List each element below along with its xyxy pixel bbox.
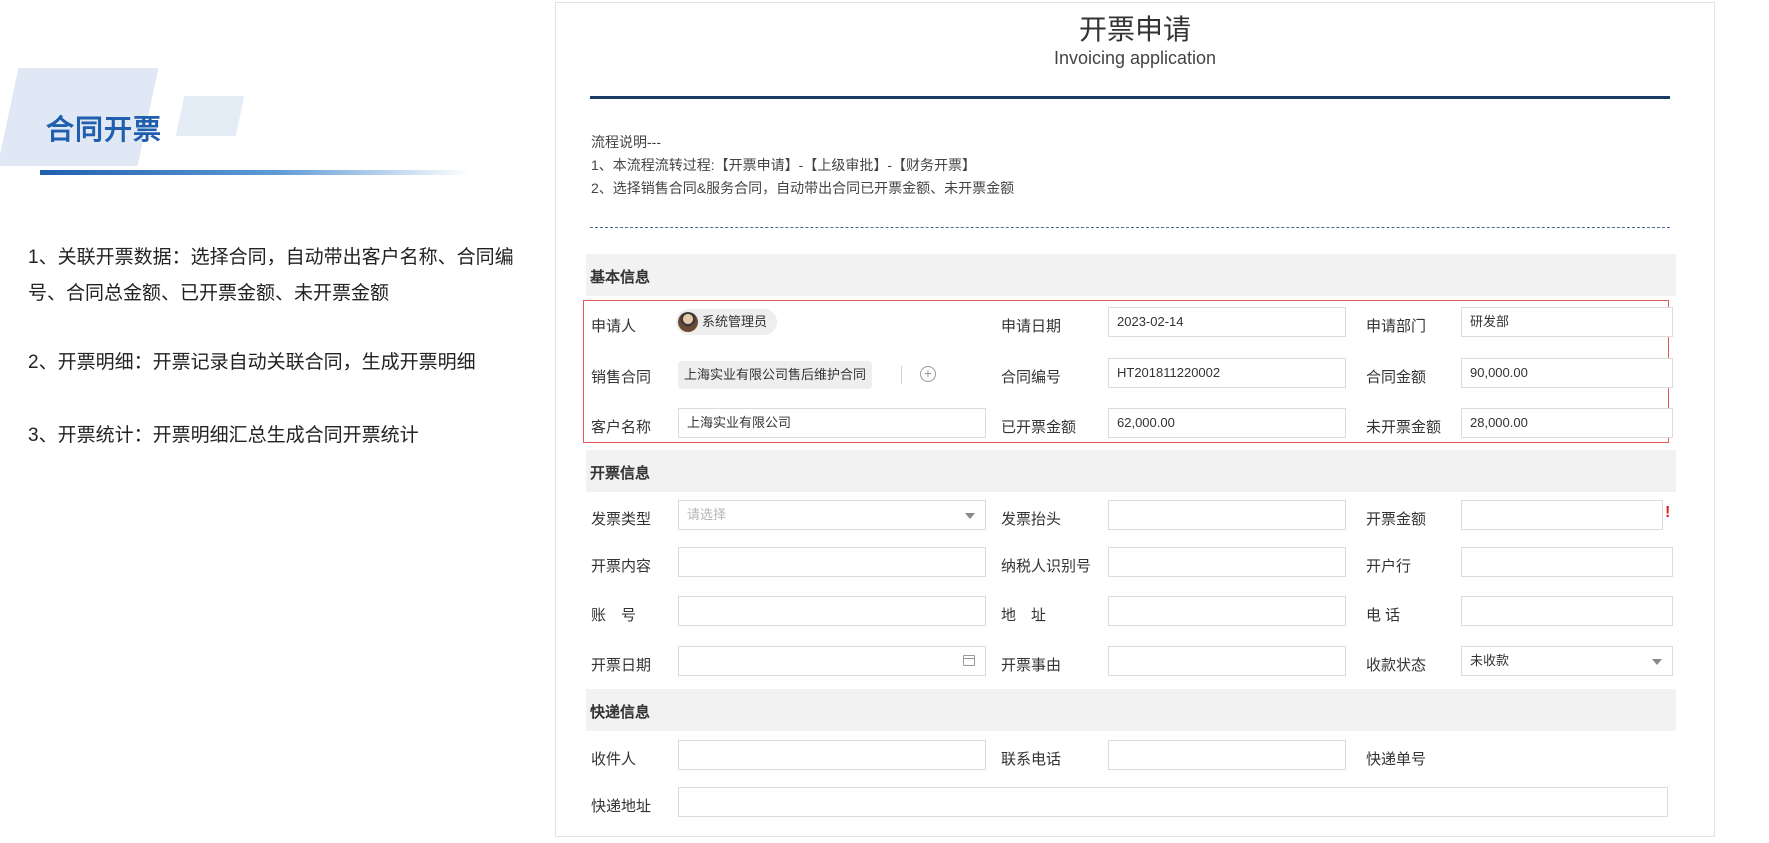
plus-circle-icon[interactable]: +: [920, 366, 936, 382]
contract-amount-field[interactable]: 90,000.00: [1461, 358, 1673, 388]
bank-label: 开户行: [1366, 558, 1412, 575]
invoice-type-label: 发票类型: [591, 511, 652, 528]
avatar: [678, 312, 698, 332]
section-invoice-info: 开票信息: [586, 450, 1676, 492]
bank-field[interactable]: [1461, 547, 1673, 577]
collection-status-value: 未收款: [1470, 653, 1510, 668]
applicant-label: 申请人: [591, 318, 637, 335]
invoice-reason-field[interactable]: [1108, 646, 1346, 676]
invoice-amount-field[interactable]: [1461, 500, 1663, 530]
flow-description-heading: 流程说明---: [591, 134, 661, 150]
dept-label: 申请部门: [1366, 318, 1427, 335]
contract-amount-label: 合同金额: [1366, 369, 1427, 386]
invoice-type-select[interactable]: 请选择: [678, 500, 986, 530]
section-invoice-info-title: 开票信息: [590, 465, 651, 482]
chevron-down-icon: [965, 513, 975, 519]
feature-point-2: 2、开票明细：开票记录自动关联合同，生成开票明细: [28, 352, 476, 373]
form-title: 开票申请: [1078, 14, 1191, 45]
section-delivery-info-title: 快递信息: [590, 704, 651, 721]
flow-divider: [590, 227, 1670, 228]
decor-shape-small: [175, 96, 245, 136]
applicant-chip[interactable]: 系统管理员: [676, 309, 778, 335]
contract-label: 销售合同: [591, 369, 652, 386]
title-rule: [590, 96, 1670, 99]
tracking-number-label: 快递单号: [1366, 751, 1427, 768]
feature-point-1: 1、关联开票数据：选择合同，自动带出客户名称、合同编号、合同总金额、已开票金额、…: [28, 247, 514, 304]
invoice-date-field[interactable]: [678, 646, 986, 676]
applicant-name: 系统管理员: [702, 314, 768, 329]
tax-id-label: 纳税人识别号: [1001, 558, 1092, 575]
invoice-reason-label: 开票事由: [1001, 657, 1062, 674]
invoiced-amount-label: 已开票金额: [1001, 419, 1077, 436]
phone-field[interactable]: [1461, 596, 1673, 626]
customer-field[interactable]: 上海实业有限公司: [678, 408, 986, 438]
flow-description-line-2: 2、选择销售合同&服务合同，自动带出合同已开票金额、未开票金额: [591, 180, 1015, 196]
phone-label: 电 话: [1366, 607, 1401, 624]
apply-date-label: 申请日期: [1001, 318, 1062, 335]
contact-phone-field[interactable]: [1108, 740, 1346, 770]
invoice-amount-label: 开票金额: [1366, 511, 1427, 528]
invoice-content-label: 开票内容: [591, 558, 652, 575]
account-label: 账 号: [591, 607, 637, 624]
uninvoiced-amount-field[interactable]: 28,000.00: [1461, 408, 1673, 438]
title-underline: [40, 170, 470, 175]
feature-point-3: 3、开票统计：开票明细汇总生成合同开票统计: [28, 425, 419, 446]
account-field[interactable]: [678, 596, 986, 626]
section-basic-info: 基本信息: [586, 254, 1676, 296]
invoice-header-field[interactable]: [1108, 500, 1346, 530]
tax-id-field[interactable]: [1108, 547, 1346, 577]
contract-no-label: 合同编号: [1001, 369, 1062, 386]
contact-phone-label: 联系电话: [1001, 751, 1062, 768]
address-label: 地 址: [1001, 607, 1047, 624]
customer-label: 客户名称: [591, 419, 652, 436]
flow-description-line-1: 1、本流程流转过程:【开票申请】-【上级审批】-【财务开票】: [591, 157, 976, 173]
delivery-address-label: 快递地址: [591, 798, 652, 815]
invoice-type-placeholder: 请选择: [687, 507, 727, 522]
invoice-content-field[interactable]: [678, 547, 986, 577]
uninvoiced-amount-label: 未开票金额: [1366, 419, 1442, 436]
collection-status-select[interactable]: 未收款: [1461, 646, 1673, 676]
feature-title: 合同开票: [46, 114, 163, 145]
contract-separator: [901, 366, 902, 384]
invoice-date-label: 开票日期: [591, 657, 652, 674]
form-subtitle: Invoicing application: [1053, 48, 1217, 68]
delivery-address-field[interactable]: [678, 787, 1668, 817]
chevron-down-icon: [1652, 659, 1662, 665]
required-mark: !: [1665, 504, 1671, 521]
collection-status-label: 收款状态: [1366, 657, 1427, 674]
recipient-field[interactable]: [678, 740, 986, 770]
apply-date-field[interactable]: 2023-02-14: [1108, 307, 1346, 337]
calendar-icon[interactable]: [963, 655, 975, 666]
invoice-header-label: 发票抬头: [1001, 511, 1062, 528]
contract-no-field[interactable]: HT201811220002: [1108, 358, 1346, 388]
recipient-label: 收件人: [591, 751, 637, 768]
invoiced-amount-field[interactable]: 62,000.00: [1108, 408, 1346, 438]
section-basic-info-title: 基本信息: [590, 269, 651, 286]
address-field[interactable]: [1108, 596, 1346, 626]
dept-field[interactable]: 研发部: [1461, 307, 1673, 337]
section-delivery-info: 快递信息: [586, 689, 1676, 731]
contract-chip[interactable]: 上海实业有限公司售后维护合同: [678, 361, 873, 389]
